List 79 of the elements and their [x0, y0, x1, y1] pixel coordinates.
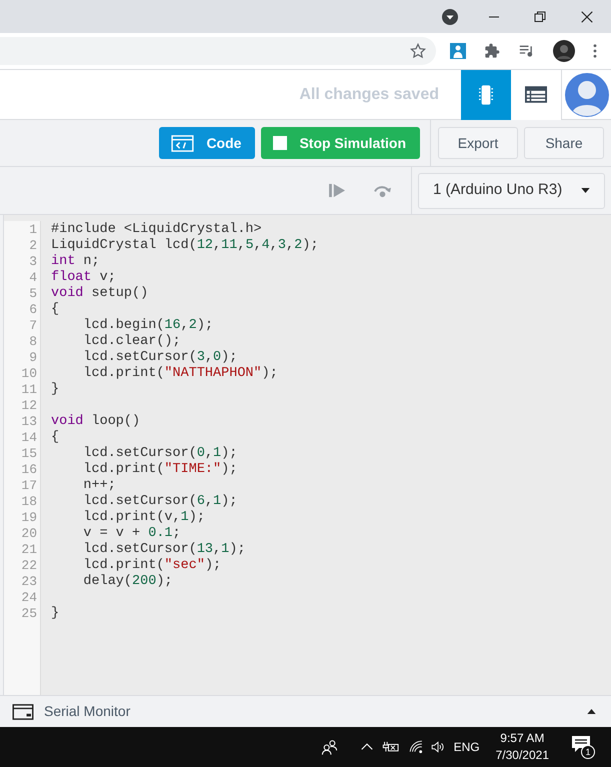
code-button[interactable]: Code [159, 127, 256, 159]
menu-icon[interactable] [593, 44, 597, 58]
line-number: 22 [21, 558, 37, 574]
line-number: 1 [29, 222, 37, 238]
line-number: 11 [21, 382, 37, 398]
line-number: 12 [21, 398, 37, 414]
star-icon[interactable] [410, 43, 426, 59]
code-line: #include <LiquidCrystal.h> [51, 222, 262, 238]
table-icon [525, 86, 547, 103]
code-line: { [51, 302, 60, 318]
code-line: int n; [51, 254, 100, 270]
line-number: 16 [21, 462, 37, 478]
restore-icon[interactable] [534, 10, 546, 22]
line-number: 8 [29, 334, 37, 350]
code-line: lcd.setCursor(3,0); [82, 350, 238, 366]
share-button[interactable]: Share [524, 127, 604, 159]
extension-icon[interactable] [450, 42, 466, 60]
expand-caret-icon[interactable] [587, 709, 596, 714]
code-line: } [51, 382, 60, 398]
line-number: 5 [29, 286, 37, 302]
code-line: n++; [82, 478, 116, 494]
line-number: 25 [21, 606, 37, 622]
user-avatar[interactable] [564, 72, 608, 116]
line-number: 10 [21, 366, 37, 382]
code-line: { [51, 430, 60, 446]
code-line: delay(200); [82, 574, 173, 590]
code-line: float v; [51, 270, 116, 286]
code-line: lcd.setCursor(0,1); [82, 446, 238, 462]
profile-avatar[interactable] [553, 40, 575, 62]
code-line: lcd.setCursor(13,1); [82, 542, 246, 558]
code-line: lcd.clear(); [82, 334, 181, 350]
line-number: 18 [21, 494, 37, 510]
speaker-icon[interactable] [430, 740, 446, 754]
code-line: lcd.print("NATTHAPHON"); [82, 366, 278, 382]
line-number: 24 [21, 590, 37, 606]
media-list-icon[interactable] [518, 43, 535, 59]
line-number: 13 [21, 414, 37, 430]
code-line: lcd.begin(16,2); [82, 318, 214, 334]
line-number: 6 [29, 302, 37, 318]
notification-badge: 1 [581, 745, 595, 759]
wifi-icon[interactable] [408, 740, 424, 754]
line-number: 23 [21, 574, 37, 590]
close-icon[interactable] [580, 10, 594, 24]
device-select[interactable]: 1 (Arduino Uno R3) [418, 172, 605, 208]
stop-icon [273, 136, 288, 150]
line-number: 7 [29, 318, 37, 334]
code-line: lcd.print(v,1); [82, 510, 205, 526]
people-icon[interactable] [320, 738, 338, 756]
line-number: 2 [29, 238, 37, 254]
line-number: 4 [29, 270, 37, 286]
clock-date[interactable]: 7/30/2021 [496, 747, 549, 764]
caret-icon [581, 188, 590, 193]
code-line: LiquidCrystal lcd(12,11,5,4,3,2); [51, 238, 318, 254]
code-line: } [51, 606, 60, 622]
battery-icon[interactable] [382, 740, 400, 754]
line-number: 21 [21, 542, 37, 558]
save-status: All changes saved [299, 84, 439, 104]
code-window-icon [171, 134, 194, 152]
code-line: void setup() [51, 286, 148, 302]
code-line: lcd.print("TIME:"); [82, 462, 238, 478]
line-number: 14 [21, 430, 37, 446]
code-line: void loop() [51, 414, 140, 430]
line-number: 3 [29, 254, 37, 270]
code-line: lcd.setCursor(6,1); [82, 494, 238, 510]
line-number: 17 [21, 478, 37, 494]
line-number: 9 [29, 350, 37, 366]
chip-icon [479, 84, 493, 106]
line-number: 19 [21, 510, 37, 526]
line-number: 15 [21, 446, 37, 462]
terminal-window-icon [12, 704, 34, 720]
code-line: lcd.print("sec"); [82, 558, 222, 574]
line-number: 20 [21, 526, 37, 542]
language-indicator[interactable]: ENG [454, 738, 480, 756]
dropdown-icon[interactable] [442, 8, 458, 24]
code-line: v = v + 0.1; [82, 526, 181, 542]
export-button[interactable]: Export [438, 127, 518, 159]
puzzle-icon[interactable] [484, 43, 500, 59]
clock-time[interactable]: 9:57 AM [500, 730, 544, 747]
serial-monitor-label: Serial Monitor [44, 702, 130, 721]
